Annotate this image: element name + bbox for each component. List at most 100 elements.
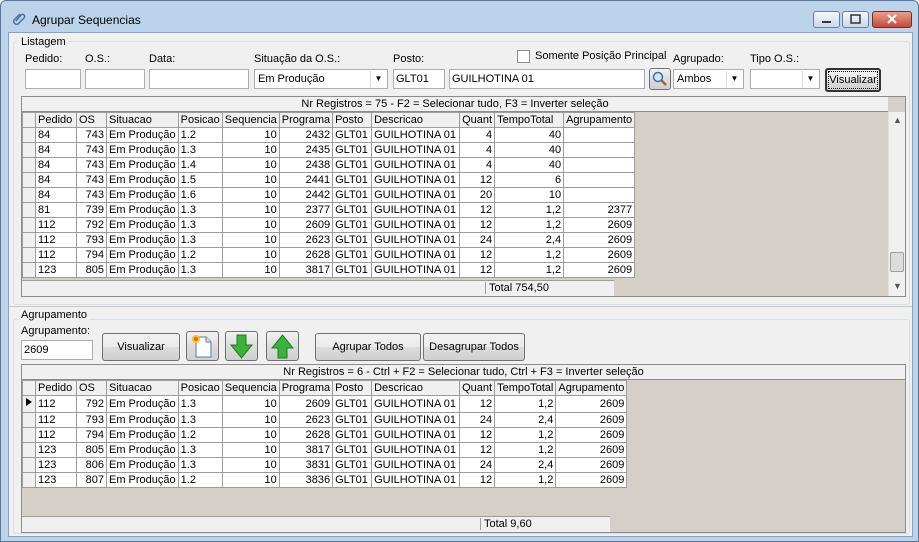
table-row[interactable]: 84 743 Em Produção 1.4 10 2438 GLT01 GUILHOTINA… [22, 157, 636, 173]
column-header-descricao[interactable]: Descricao [371, 112, 461, 128]
column-header-sequencia[interactable]: Sequencia [221, 112, 280, 128]
table-row[interactable]: 123 806 Em Produção 1.3 10 3831 GLT01 GUILHOTIN… [22, 457, 628, 473]
cell-os: 743 [76, 157, 107, 173]
table-row[interactable]: 84 743 Em Produção 1.5 10 2441 GLT01 GUILHOTINA… [22, 172, 636, 188]
cell-os: 805 [76, 262, 107, 278]
column-header-pedido[interactable]: Pedido [35, 112, 77, 128]
table-row[interactable]: 84 743 Em Produção 1.3 10 2435 GLT01 GUILHOTINA… [22, 142, 636, 158]
maximize-button[interactable] [842, 11, 869, 28]
desagrupar-todos-button[interactable]: Desagrupar Todos [423, 333, 525, 361]
somente-posicao-checkbox[interactable] [517, 50, 530, 63]
cell-descricao: GUILHOTINA 01 [371, 442, 461, 458]
row-indicator[interactable] [22, 202, 36, 218]
table-row[interactable]: 112 794 Em Produção 1.2 10 2628 GLT01 GUILHOTIN… [22, 247, 636, 263]
scroll-up-icon[interactable]: ▲ [889, 112, 905, 129]
close-button[interactable] [872, 11, 912, 28]
table-row[interactable]: 112 792 Em Produção 1.3 10 2609 GLT01 GUILHOTIN… [22, 217, 636, 233]
situacao-select[interactable]: Em Produção ▼ [254, 69, 388, 89]
cell-posicao: 1.3 [177, 232, 223, 248]
row-indicator[interactable] [22, 472, 36, 488]
cell-posicao: 1.3 [177, 202, 223, 218]
column-header-quant[interactable]: Quant [459, 380, 496, 396]
chevron-down-icon[interactable]: ▼ [726, 71, 742, 87]
column-header-sequencia[interactable]: Sequencia [221, 380, 280, 396]
column-header-posto[interactable]: Posto [332, 112, 373, 128]
column-header-programa[interactable]: Programa [278, 112, 334, 128]
table-row[interactable]: 112 793 Em Produção 1.3 10 2623 GLT01 GUILHOTIN… [22, 412, 628, 428]
cell-pedido: 123 [35, 457, 77, 473]
row-indicator[interactable] [22, 232, 36, 248]
column-header-situacao[interactable]: Situacao [106, 112, 179, 128]
agrupado-select[interactable]: Ambos ▼ [673, 69, 744, 89]
chevron-down-icon[interactable]: ▼ [802, 71, 818, 87]
listagem-visualizar-button[interactable]: Visualizar [825, 68, 881, 92]
scroll-down-icon[interactable]: ▼ [889, 278, 905, 295]
cell-descricao: GUILHOTINA 01 [371, 427, 461, 443]
column-header-agrupamento[interactable]: Agrupamento [563, 112, 636, 128]
column-header-os[interactable]: OS [76, 112, 107, 128]
search-posto-button[interactable] [649, 68, 671, 90]
table-row[interactable]: 84 743 Em Produção 1.2 10 2432 GLT01 GUILHOTINA… [22, 127, 636, 143]
column-header-programa[interactable]: Programa [278, 380, 334, 396]
row-indicator[interactable] [22, 412, 36, 428]
table-row[interactable]: 112 792 Em Produção 1.3 10 2609 GLT01 GUILHOTIN… [22, 395, 628, 413]
row-indicator[interactable] [22, 142, 36, 158]
data-field[interactable] [149, 69, 249, 89]
cell-os: 794 [76, 427, 107, 443]
os-field[interactable] [85, 69, 145, 89]
column-header-posicao[interactable]: Posicao [177, 112, 223, 128]
move-down-button[interactable] [225, 331, 258, 361]
column-header-posicao[interactable]: Posicao [177, 380, 223, 396]
cell-agrupamento: 2377 [563, 202, 636, 218]
column-header-pedido[interactable]: Pedido [35, 380, 77, 396]
column-header-descricao[interactable]: Descricao [371, 380, 461, 396]
row-indicator[interactable] [22, 217, 36, 233]
minimize-button[interactable] [813, 11, 840, 28]
cell-situacao: Em Produção [106, 457, 179, 473]
row-indicator[interactable] [22, 157, 36, 173]
row-indicator[interactable] [22, 127, 36, 143]
cell-tempototal: 6 [494, 172, 565, 188]
row-indicator[interactable] [22, 247, 36, 263]
row-indicator[interactable] [22, 427, 36, 443]
table-row[interactable]: 81 739 Em Produção 1.3 10 2377 GLT01 GUILHOTINA… [22, 202, 636, 218]
table-row[interactable]: 123 805 Em Produção 1.3 10 3817 GLT01 GUILHOTIN… [22, 442, 628, 458]
column-header-agrupamento[interactable]: Agrupamento [555, 380, 628, 396]
cell-agrupamento: 2609 [563, 247, 636, 263]
pedido-field[interactable] [25, 69, 81, 89]
column-header-tempototal[interactable]: TempoTotal [494, 112, 565, 128]
title-bar[interactable]: Agrupar Sequencias [1, 1, 918, 32]
table-row[interactable]: 112 794 Em Produção 1.2 10 2628 GLT01 GUILHOTIN… [22, 427, 628, 443]
row-indicator[interactable] [22, 262, 36, 278]
current-row-icon[interactable] [22, 395, 36, 413]
row-indicator[interactable] [22, 457, 36, 473]
column-header-tempototal[interactable]: TempoTotal [494, 380, 557, 396]
table-row[interactable]: 123 807 Em Produção 1.2 10 3836 GLT01 GUILHOTIN… [22, 472, 628, 488]
table-row[interactable]: 112 793 Em Produção 1.3 10 2623 GLT01 GUILHOTIN… [22, 232, 636, 248]
cell-pedido: 84 [35, 127, 77, 143]
agrupamento-grid: Nr Registros = 6 - Ctrl + F2 = Seleciona… [21, 364, 906, 533]
table-row[interactable]: 84 743 Em Produção 1.6 10 2442 GLT01 GUILHOTINA… [22, 187, 636, 203]
posto-code-field[interactable]: GLT01 [393, 69, 445, 89]
scroll-thumb[interactable] [890, 252, 904, 272]
column-header-quant[interactable]: Quant [459, 112, 496, 128]
chevron-down-icon[interactable]: ▼ [370, 71, 386, 87]
column-header-os[interactable]: OS [76, 380, 107, 396]
move-up-button[interactable] [266, 331, 299, 361]
table-header-row: Pedido OS Situacao Posicao Sequencia Programa… [22, 380, 628, 396]
new-group-button[interactable] [186, 331, 219, 361]
listagem-scrollbar[interactable]: ▲ ▼ [888, 112, 905, 296]
column-header-posto[interactable]: Posto [332, 380, 373, 396]
table-row[interactable]: 123 805 Em Produção 1.3 10 3817 GLT01 GUILHOTIN… [22, 262, 636, 278]
agrupar-todos-button[interactable]: Agrupar Todos [315, 333, 421, 361]
row-indicator[interactable] [22, 187, 36, 203]
agrupamento-visualizar-button[interactable]: Visualizar [102, 333, 180, 361]
cell-situacao: Em Produção [106, 247, 179, 263]
column-header-situacao[interactable]: Situacao [106, 380, 179, 396]
agrupamento-field[interactable]: 2609 [21, 340, 93, 360]
tipo-os-select[interactable]: ▼ [750, 69, 820, 89]
cell-quant: 12 [459, 172, 496, 188]
splitter[interactable] [9, 306, 912, 307]
row-indicator[interactable] [22, 172, 36, 188]
row-indicator[interactable] [22, 442, 36, 458]
